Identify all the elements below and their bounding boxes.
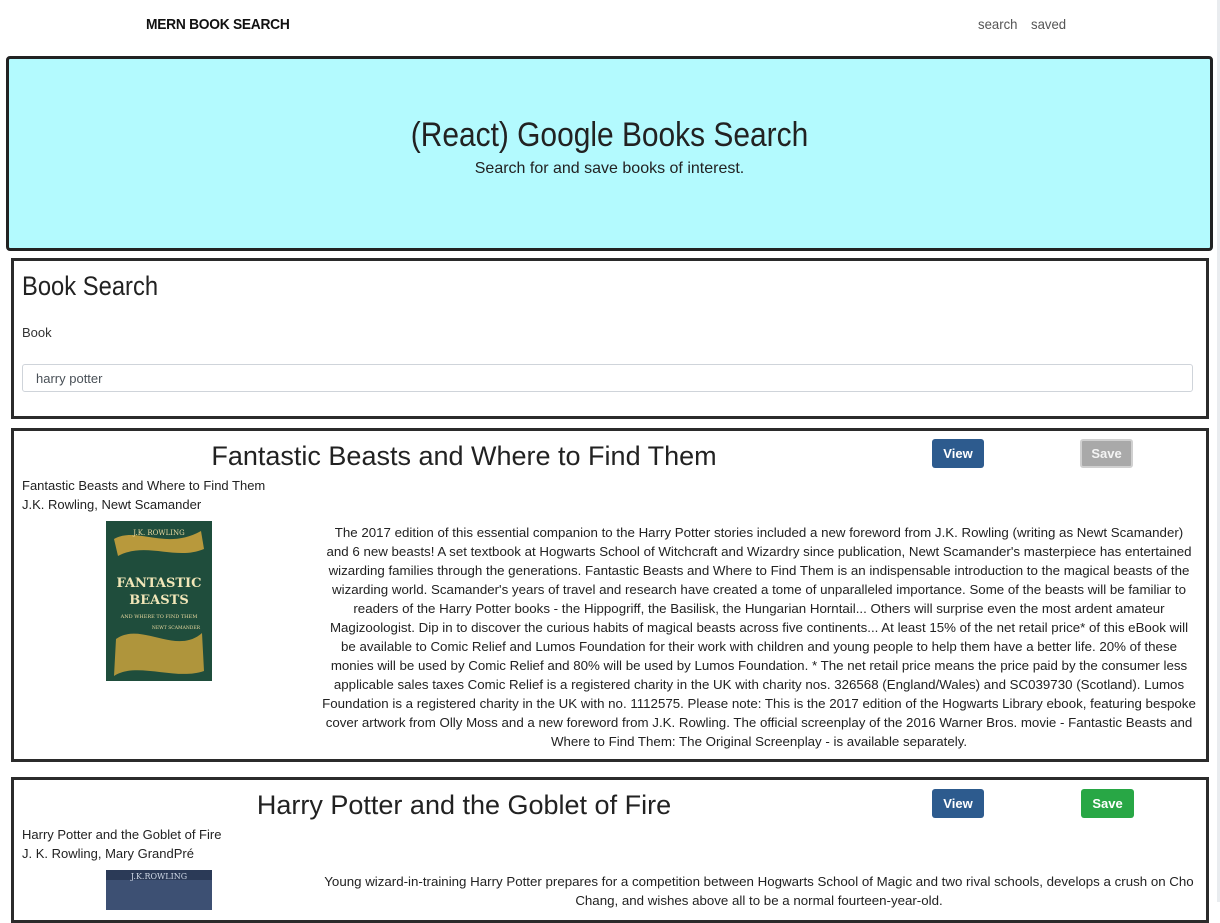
search-input[interactable]: [22, 364, 1193, 392]
search-heading: Book Search: [22, 271, 159, 301]
jumbotron-title: (React) Google Books Search: [410, 116, 809, 154]
brand-title[interactable]: MERN BOOK SEARCH: [146, 16, 290, 33]
book-cover-art: J.K. ROWLING FANTASTIC BEASTS AND WHERE …: [106, 521, 212, 681]
cover-title-line2: BEASTS: [129, 593, 188, 608]
search-label: Book: [22, 325, 52, 340]
jumbotron: (React) Google Books Search Search for a…: [6, 56, 1213, 251]
save-button[interactable]: Save: [1080, 439, 1133, 468]
view-button[interactable]: View: [932, 439, 984, 468]
book-subtitle: Fantastic Beasts and Where to Find Them: [22, 478, 266, 493]
book-description: Young wizard-in-training Harry Potter pr…: [324, 874, 1194, 908]
view-button[interactable]: View: [932, 789, 984, 818]
book-cover-art: J.K.ROWLING: [106, 870, 212, 910]
book-subtitle: Harry Potter and the Goblet of Fire: [22, 827, 222, 842]
cover-title-line1: FANTASTIC: [117, 576, 202, 591]
cover-author: J.K. ROWLING: [132, 529, 185, 537]
book-cover-image[interactable]: J.K.ROWLING: [106, 870, 212, 910]
nav-link-saved[interactable]: saved: [1031, 16, 1066, 32]
cover-author: J.K.ROWLING: [130, 872, 187, 881]
book-search-card: Book Search Book: [11, 258, 1209, 419]
book-authors: J. K. Rowling, Mary GrandPré: [22, 846, 194, 861]
book-title: Fantastic Beasts and Where to Find Them: [211, 441, 717, 471]
cover-title-line4: NEWT SCAMANDER: [152, 625, 201, 631]
book-authors: J.K. Rowling, Newt Scamander: [22, 497, 202, 512]
book-description: The 2017 edition of this essential compa…: [322, 525, 1196, 749]
cover-title-line3: AND WHERE TO FIND THEM: [120, 614, 198, 620]
jumbotron-subtitle: Search for and save books of interest.: [474, 160, 745, 177]
navbar: MERN BOOK SEARCH search saved: [0, 0, 1220, 50]
book-card: Harry Potter and the Goblet of Fire View…: [11, 777, 1209, 923]
book-card: Fantastic Beasts and Where to Find Them …: [11, 428, 1209, 762]
save-button[interactable]: Save: [1081, 789, 1134, 818]
book-title: Harry Potter and the Goblet of Fire: [256, 790, 672, 820]
book-cover-image[interactable]: J.K. ROWLING FANTASTIC BEASTS AND WHERE …: [106, 521, 212, 681]
nav-link-search[interactable]: search: [978, 16, 1018, 32]
